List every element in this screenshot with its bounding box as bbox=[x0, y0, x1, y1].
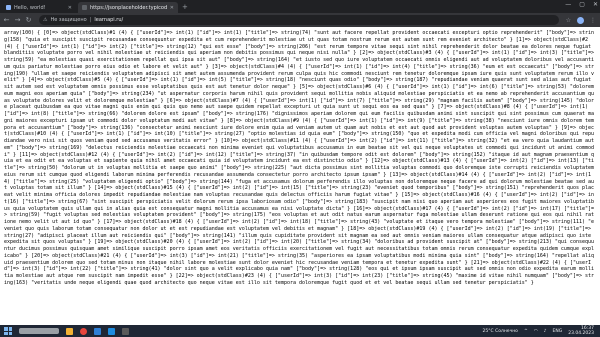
address-bar[interactable]: ⚠ Не защищено | learnapi.ru/ bbox=[39, 15, 559, 25]
tray-chevron-icon[interactable]: ^ bbox=[524, 329, 528, 334]
page-content: array(100) { [0]=> object(stdClass)#1 (4… bbox=[0, 27, 600, 325]
minimize-icon[interactable]: — bbox=[565, 1, 571, 8]
system-tray: 25°C Солнечно ^ ◠ ♪ ENG 16:37 23.04.2023 bbox=[483, 326, 594, 336]
close-tab-icon[interactable]: ✕ bbox=[68, 5, 72, 11]
windows-start-icon[interactable] bbox=[4, 327, 12, 335]
maximize-icon[interactable]: ▢ bbox=[579, 1, 585, 8]
weather-text[interactable]: 25°C Солнечно bbox=[483, 329, 518, 334]
page-favicon-icon bbox=[82, 5, 87, 10]
windows-taskbar: 25°C Солнечно ^ ◠ ♪ ENG 16:37 23.04.2023 bbox=[0, 325, 600, 337]
bookmark-star-icon[interactable]: ☆ bbox=[566, 17, 571, 24]
terminal-icon[interactable] bbox=[122, 327, 129, 335]
back-icon[interactable]: ← bbox=[2, 16, 11, 24]
reload-icon[interactable]: ↻ bbox=[24, 16, 33, 24]
volume-icon[interactable]: ♪ bbox=[544, 329, 547, 334]
tab-title: Hello, world! bbox=[14, 4, 46, 11]
browser-toolbar: ← → ↻ ⚠ Не защищено | learnapi.ru/ ☆ ⋮ bbox=[0, 13, 600, 27]
not-secure-icon[interactable]: ⚠ bbox=[43, 17, 47, 23]
security-label: Не защищено bbox=[50, 17, 87, 23]
close-tab-icon[interactable]: ✕ bbox=[170, 5, 174, 11]
address-separator: | bbox=[89, 17, 92, 23]
clock[interactable]: 16:37 23.04.2023 bbox=[568, 326, 594, 336]
tab-title: https://jsonplaceholder.typicode.com bbox=[90, 4, 167, 11]
file-explorer-icon[interactable] bbox=[66, 327, 73, 335]
window-controls: — ▢ ✕ bbox=[565, 1, 598, 8]
url-text: learnapi.ru/ bbox=[94, 17, 124, 23]
var-dump-output: array(100) { [0]=> object(stdClass)#1 (4… bbox=[4, 30, 595, 286]
network-icon[interactable]: ◠ bbox=[534, 329, 538, 334]
toolbar-actions: ☆ ⋮ bbox=[566, 16, 596, 24]
forward-icon[interactable]: → bbox=[13, 16, 22, 24]
close-window-icon[interactable]: ✕ bbox=[593, 1, 598, 8]
menu-kebab-icon[interactable]: ⋮ bbox=[590, 17, 596, 24]
search-box[interactable] bbox=[19, 328, 59, 334]
chrome-icon[interactable] bbox=[80, 327, 87, 335]
language-indicator[interactable]: ENG bbox=[553, 329, 563, 334]
browser-tab-strip: Hello, world! ✕ https://jsonplaceholder.… bbox=[0, 0, 600, 13]
tab-jsonplaceholder[interactable]: https://jsonplaceholder.typicode.com ✕ bbox=[78, 2, 178, 13]
vscode-icon[interactable] bbox=[94, 327, 101, 335]
tab-hello-world[interactable]: Hello, world! ✕ bbox=[2, 2, 76, 13]
page-favicon-icon bbox=[6, 5, 11, 10]
telegram-icon[interactable] bbox=[108, 327, 115, 335]
new-tab-icon[interactable]: + bbox=[182, 2, 188, 13]
profile-avatar[interactable] bbox=[577, 16, 584, 24]
clock-date: 23.04.2023 bbox=[568, 331, 594, 336]
